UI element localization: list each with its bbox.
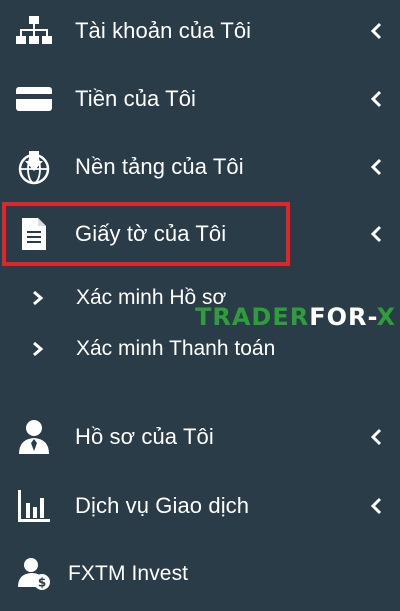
menu-item-trading-services[interactable]: Dịch vụ Giao dịch: [0, 477, 400, 535]
menu-item-label: Tiền của Tôi: [75, 86, 197, 111]
submenu-item-label: Xác minh Thanh toán: [76, 337, 276, 360]
menu-item-my-documents[interactable]: Giấy tờ của Tôi: [0, 205, 400, 263]
credit-card-icon: [14, 79, 54, 119]
user-dollar-icon: $: [14, 554, 54, 594]
menu-item-label: Hồ sơ của Tôi: [75, 424, 214, 449]
chevron-right-icon: [33, 290, 44, 306]
bar-chart-icon: [14, 486, 54, 526]
menu-item-label: Nền tảng của Tôi: [75, 154, 244, 179]
document-icon: [14, 214, 54, 254]
chevron-left-icon[interactable]: [368, 90, 386, 108]
chevron-left-icon[interactable]: [368, 497, 386, 515]
menu-item-label: Tài khoản của Tôi: [75, 18, 252, 43]
chevron-left-icon[interactable]: [368, 428, 386, 446]
chevron-right-icon: [33, 341, 44, 357]
globe-download-icon: [14, 147, 54, 187]
chevron-left-icon[interactable]: [368, 225, 386, 243]
side-menu: Tài khoản của Tôi Tiền của Tôi Nền tảng …: [0, 0, 400, 611]
sitemap-icon: [14, 11, 54, 51]
user-tie-icon: [14, 417, 54, 457]
menu-item-label: Dịch vụ Giao dịch: [75, 493, 250, 518]
menu-item-my-account[interactable]: Tài khoản của Tôi: [0, 2, 400, 60]
traderforex-watermark: TRADERFOR-X: [195, 303, 397, 331]
menu-item-label: FXTM Invest: [68, 562, 189, 585]
menu-item-my-profile[interactable]: Hồ sơ của Tôi: [0, 408, 400, 466]
chevron-left-icon[interactable]: [368, 158, 386, 176]
svg-text:$: $: [38, 576, 46, 590]
submenu-item-payment-verification[interactable]: Xác minh Thanh toán: [0, 333, 400, 365]
menu-item-fxtm-invest[interactable]: $ FXTM Invest: [0, 545, 400, 603]
menu-item-my-platforms[interactable]: Nền tảng của Tôi: [0, 138, 400, 196]
chevron-left-icon[interactable]: [368, 22, 386, 40]
menu-item-label: Giấy tờ của Tôi: [75, 221, 227, 246]
menu-item-my-money[interactable]: Tiền của Tôi: [0, 70, 400, 128]
